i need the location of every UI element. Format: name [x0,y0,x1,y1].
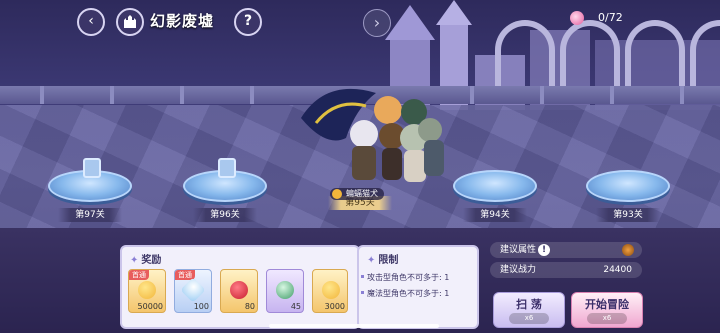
diamond-icon [180,277,206,303]
back-icon: ‹ [88,13,94,29]
home-indicator[interactable] [269,324,439,328]
stage-pad [48,158,132,202]
sweep-label: 扫 荡 [516,298,542,311]
stage-pad [183,158,267,202]
help-button[interactable]: ? [234,8,262,36]
stage-96[interactable]: 第96关 [180,158,270,222]
owner-badge-icon [332,189,342,199]
sweep-button[interactable]: 扫 荡 x6 [493,292,565,328]
limits-panel: ✦ 限制 攻击型角色不可多于: 1 魔法型角色不可多于: 1 [357,245,479,329]
reward-qty: 80 [244,302,255,311]
reward-qty: 100 [193,302,209,311]
reward-item[interactable]: 3000 [312,269,348,313]
top-bar: ‹ 幻影废墟 ? › 0/72 [0,0,720,40]
flower-bouquet-icon [276,281,294,299]
lock-icon [218,158,236,178]
pink-gem-icon [570,11,584,25]
info-icon[interactable]: ! [538,244,550,256]
gold-coin-icon [322,281,340,299]
progress-text: 0/72 [598,11,623,24]
chevron-right-icon: › [373,13,381,32]
suggested-attribute-label: 建议属性 [500,245,537,255]
suggested-power-value: 24400 [603,265,632,275]
party-owner-name: 蝙蝠猫犬 [346,189,378,198]
party-owner-tag: 蝙蝠猫犬 [330,188,384,200]
stage-97[interactable]: 第97关 [45,158,135,222]
start-label: 开始冒险 [585,298,629,311]
red-rose-icon [230,281,248,299]
reward-qty: 45 [290,302,301,311]
reward-qty: 50000 [137,302,163,311]
first-clear-tag: 首通 [129,270,149,280]
suggested-attribute-row: 建议属性 ! [490,242,642,258]
start-adventure-button[interactable]: 开始冒险 x6 [571,292,643,328]
castle-home-icon [124,15,136,28]
suggested-power-row: 建议战力 24400 [490,262,642,278]
sparkle-icon: ✦ [130,255,139,266]
reward-item[interactable]: 首通 100 [174,269,212,313]
stage-label: 第97关 [58,208,122,222]
lock-icon [83,158,101,178]
stage-94[interactable]: 第94关 [450,170,540,222]
stage-label: 第96关 [193,208,257,222]
stage-label: 第94关 [463,208,527,222]
home-button[interactable] [116,8,144,36]
back-button[interactable]: ‹ [77,8,105,36]
progress-counter: 0/72 [568,10,678,28]
stage-pad [586,170,670,202]
page-title: 幻影废墟 [150,12,215,30]
rewards-title: ✦ 奖励 [130,255,162,266]
reward-item[interactable]: 首通 50000 [128,269,166,313]
limit-row: 攻击型角色不可多于: 1 [360,273,450,282]
start-cost: x6 [587,313,627,324]
stage-pad [453,170,537,202]
limit-row: 魔法型角色不可多于: 1 [360,289,450,298]
limits-title: ✦ 限制 [367,255,399,266]
suggested-power-label: 建议战力 [500,265,537,275]
next-area-button[interactable]: › [363,9,391,37]
hero-party[interactable] [296,78,456,193]
element-attribute-icon [622,244,634,256]
sparkle-icon: ✦ [367,255,376,266]
reward-qty: 3000 [324,302,345,311]
rewards-panel: ✦ 奖励 首通 50000 首通 100 80 45 3000 [120,245,360,329]
stage-93[interactable]: 第93关 [583,170,673,222]
hero-party-sprites [301,88,444,182]
gold-coin-icon [138,281,156,299]
reward-item[interactable]: 80 [220,269,258,313]
sweep-cost: x6 [509,313,549,324]
reward-item[interactable]: 45 [266,269,304,313]
stage-label: 第93关 [596,208,660,222]
